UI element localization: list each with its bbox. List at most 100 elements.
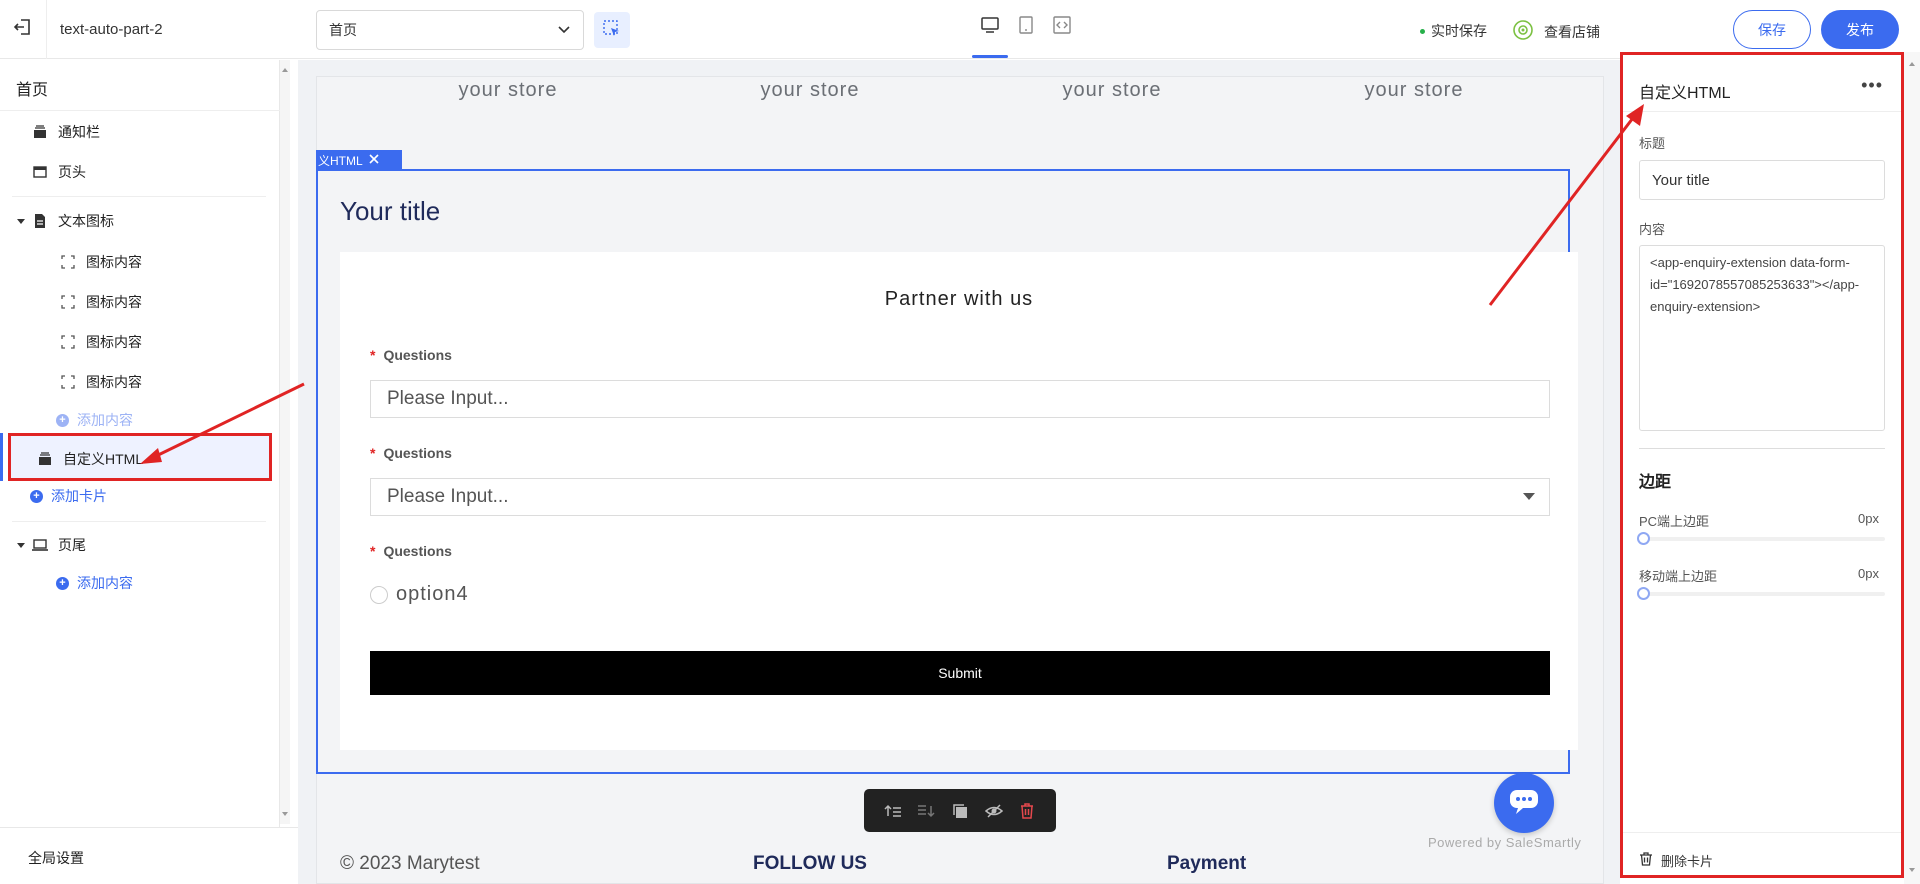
required-asterisk: * — [370, 347, 376, 363]
settings-panel: 自定义HTML ••• 标题 Your title 内容 <app-enquir… — [1620, 52, 1904, 878]
global-settings-link[interactable]: 全局设置 — [28, 848, 84, 868]
sidebar-item-header[interactable]: 页头 — [0, 154, 280, 190]
title-input-value: Your title — [1652, 171, 1710, 189]
sidebar-scrollbar[interactable] — [280, 60, 290, 824]
sidebar-item-custom-html[interactable]: 自定义HTML — [8, 433, 272, 481]
panel-divider — [1623, 111, 1901, 112]
plus-circle-icon: + — [56, 576, 69, 590]
hide-icon[interactable] — [984, 801, 1004, 821]
required-asterisk: * — [370, 543, 376, 559]
chevron-down-icon — [557, 22, 571, 39]
add-content-button[interactable]: + 添加内容 — [0, 565, 280, 601]
move-down-icon[interactable] — [916, 801, 936, 821]
exit-icon[interactable] — [12, 16, 34, 38]
sidebar-item-label: 页尾 — [58, 537, 86, 553]
sidebar-item-icon-content[interactable]: 图标内容 — [0, 364, 280, 400]
sidebar-item-label: 页头 — [58, 164, 86, 180]
move-up-icon[interactable] — [883, 801, 903, 821]
chat-widget-button[interactable] — [1494, 773, 1554, 833]
sidebar-item-label: 文本图标 — [58, 213, 114, 229]
element-select-tool[interactable] — [594, 12, 630, 48]
footer-copyright: © 2023 Marytest — [340, 853, 480, 874]
section-tag-label: 义HTML — [318, 153, 363, 168]
sidebar-item-icon-content[interactable]: 图标内容 — [0, 244, 280, 280]
copy-icon[interactable] — [950, 801, 970, 821]
page-select[interactable]: 首页 — [316, 10, 584, 50]
sidebar-divider — [12, 196, 266, 197]
sidebar-page-title: 首页 — [16, 82, 49, 99]
question-label: * Questions — [370, 445, 452, 461]
desktop-icon — [980, 15, 1000, 38]
add-content-label: 添加内容 — [77, 412, 133, 428]
trash-icon — [1639, 852, 1653, 869]
mobile-top-spacing-label: 移动端上边距 — [1639, 569, 1718, 584]
sidebar-item-label: 图标内容 — [86, 254, 142, 270]
store-label: your store — [1364, 79, 1464, 101]
close-icon[interactable] — [369, 153, 379, 167]
sidebar-item-icon-content[interactable]: 图标内容 — [0, 284, 280, 320]
sidebar-divider — [0, 110, 280, 111]
slider-thumb[interactable] — [1637, 532, 1650, 545]
mobile-top-spacing-slider[interactable] — [1637, 587, 1885, 600]
add-card-label: 添加卡片 — [51, 488, 107, 504]
pc-top-spacing-value: 0px — [1858, 511, 1879, 526]
footer-follow-heading: FOLLOW US — [753, 853, 867, 874]
topbar-divider — [46, 0, 47, 59]
section-title: Your title — [340, 196, 441, 226]
caret-down-icon — [16, 213, 26, 229]
plus-circle-icon: + — [30, 489, 43, 503]
sidebar-item-footer[interactable]: 页尾 — [0, 527, 280, 563]
question-select[interactable]: Please Input... — [370, 478, 1550, 516]
tablet-view-button[interactable] — [1012, 12, 1040, 40]
view-store-link[interactable]: 查看店铺 — [1512, 19, 1600, 44]
caret-down-icon — [16, 537, 26, 553]
sidebar-item-custom-html-content: 自定义HTML — [37, 449, 143, 469]
trash-icon[interactable] — [1017, 801, 1037, 821]
radio-circle-icon — [370, 585, 388, 604]
radio-option[interactable]: option4 — [370, 583, 469, 606]
sidebar-item-label: 图标内容 — [86, 374, 142, 390]
panel-scrollbar[interactable] — [1904, 52, 1920, 884]
frame-icon — [60, 254, 76, 270]
more-options-icon[interactable]: ••• — [1861, 75, 1883, 96]
code-icon — [1052, 15, 1072, 38]
add-card-button[interactable]: + 添加卡片 — [0, 478, 280, 514]
realtime-save-label: 实时保存 — [1431, 23, 1487, 39]
title-field-label: 标题 — [1639, 136, 1666, 151]
submit-button[interactable]: Submit — [370, 651, 1550, 695]
enquiry-form: Partner with us * Questions Please Input.… — [340, 252, 1578, 750]
powered-by-label: Powered by SaleSmartly — [1428, 835, 1582, 850]
content-textarea[interactable]: <app-enquiry-extension data-form-id="169… — [1639, 245, 1885, 431]
publish-button[interactable]: 发布 — [1821, 10, 1899, 49]
store-label: your store — [1062, 79, 1162, 101]
view-store-label: 查看店铺 — [1544, 23, 1600, 40]
desktop-view-button[interactable] — [976, 12, 1004, 40]
document-icon — [32, 213, 48, 229]
section-toolbar — [864, 789, 1056, 832]
slider-thumb[interactable] — [1637, 587, 1650, 600]
sidebar-item-notice-bar[interactable]: 通知栏 — [0, 114, 280, 150]
caret-down-icon — [1523, 493, 1535, 500]
pc-top-spacing-slider[interactable] — [1637, 532, 1885, 545]
sidebar-item-label: 自定义HTML — [63, 451, 144, 467]
title-input[interactable]: Your title — [1639, 160, 1885, 200]
selected-indicator — [0, 433, 3, 481]
radio-option-label: option4 — [396, 583, 469, 605]
input-placeholder: Please Input... — [387, 388, 509, 409]
content-field-label: 内容 — [1639, 222, 1666, 237]
save-button[interactable]: 保存 — [1733, 10, 1811, 49]
panel-divider — [1623, 832, 1901, 833]
header-layout-icon — [32, 164, 48, 180]
delete-card-button[interactable]: 删除卡片 — [1639, 851, 1713, 870]
select-placeholder: Please Input... — [387, 486, 509, 507]
top-bar: text-auto-part-2 首页 实时保存 查看店铺 保存 发布 — [0, 0, 1920, 59]
panel-title: 自定义HTML — [1639, 85, 1731, 102]
question-label: * Questions — [370, 347, 452, 363]
sidebar-item-icon-content[interactable]: 图标内容 — [0, 324, 280, 360]
tablet-icon — [1016, 15, 1036, 38]
sidebar-item-text-icon[interactable]: 文本图标 — [0, 203, 280, 239]
code-view-button[interactable] — [1048, 12, 1076, 40]
question-text-input[interactable]: Please Input... — [370, 380, 1550, 418]
sidebar-item-label: 图标内容 — [86, 334, 142, 350]
sidebar-item-label: 通知栏 — [58, 124, 100, 140]
